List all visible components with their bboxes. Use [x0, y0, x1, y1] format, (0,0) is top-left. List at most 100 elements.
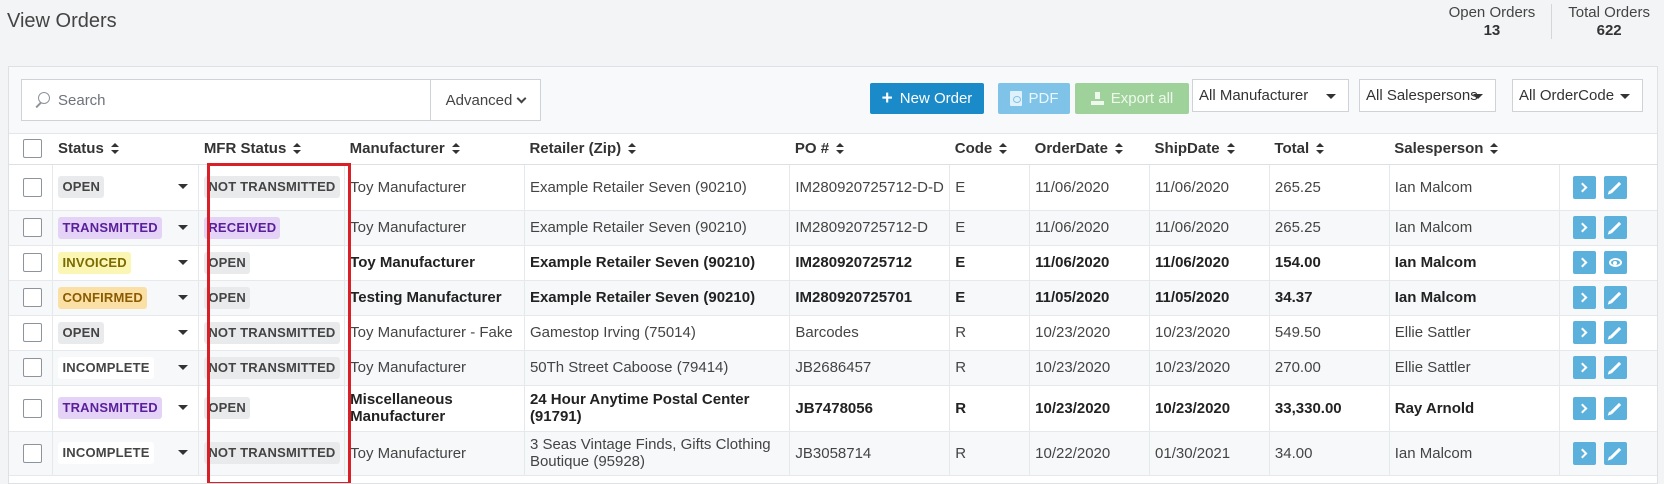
status-cell[interactable]: TRANSMITTED [52, 210, 199, 246]
open-order-button[interactable] [1572, 321, 1596, 344]
open-order-button[interactable] [1572, 175, 1596, 199]
status-dropdown-icon[interactable] [178, 405, 189, 410]
row-select-cell [9, 385, 53, 432]
manufacturer-cell: Testing Manufacturer [344, 280, 525, 316]
code-cell: E [949, 280, 1030, 316]
search-box[interactable] [21, 79, 467, 121]
manufacturer-filter-select[interactable]: All Manufacturer [1192, 79, 1349, 112]
edit-order-button[interactable] [1603, 321, 1627, 344]
status-cell[interactable]: CONFIRMED [52, 280, 199, 316]
status-dropdown-icon[interactable] [178, 294, 189, 300]
view-order-button[interactable] [1603, 251, 1627, 274]
status-cell[interactable]: INCOMPLETE [52, 350, 199, 386]
status-cell[interactable]: INCOMPLETE [52, 431, 199, 476]
table-row[interactable]: INCOMPLETE NOT TRANSMITTED Toy Manufacture… [9, 350, 1657, 386]
column-header-salesperson[interactable]: Salesperson [1389, 134, 1559, 165]
status-dropdown-icon[interactable] [178, 184, 189, 189]
edit-order-button[interactable] [1603, 356, 1627, 379]
caret-down-icon [1473, 94, 1483, 99]
status-dropdown-icon[interactable] [178, 450, 189, 455]
pdf-button[interactable]: PDF [998, 83, 1070, 114]
manufacturer-cell: Toy Manufacturer [344, 245, 525, 281]
column-label: Manufacturer [349, 140, 445, 158]
manufacturer-filter-value: All Manufacturer [1199, 87, 1309, 104]
table-row[interactable]: CONFIRMED OPEN Testing Manufacturer Example… [9, 280, 1657, 316]
edit-order-button[interactable] [1603, 175, 1627, 199]
code-cell: E [949, 164, 1030, 211]
edit-order-button[interactable] [1603, 286, 1627, 309]
status-dropdown-icon[interactable] [178, 364, 189, 370]
column-header-ship-date[interactable]: ShipDate [1149, 134, 1270, 165]
ship-date-cell: 01/30/2021 [1149, 431, 1270, 476]
status-cell[interactable]: OPEN [52, 315, 199, 351]
row-checkbox[interactable] [23, 288, 42, 307]
retailer-cell: 3 Seas Vintage Finds, Gifts Clothing Bou… [523, 431, 790, 476]
column-header-total[interactable]: Total [1269, 134, 1390, 165]
table-row[interactable]: OPEN NOT TRANSMITTED Toy Manufacturer - Fa… [9, 315, 1657, 351]
row-checkbox[interactable] [23, 358, 42, 377]
open-order-button[interactable] [1572, 286, 1596, 309]
advanced-search-button[interactable]: Advanced [430, 79, 541, 121]
manufacturer-cell: Toy Manufacturer [344, 164, 525, 211]
edit-order-button[interactable] [1603, 396, 1627, 420]
pencil-icon [1609, 291, 1621, 304]
salesperson-cell: Ian Malcom [1388, 280, 1559, 316]
new-order-button[interactable]: + New Order [870, 83, 984, 114]
table-row[interactable]: INCOMPLETE NOT TRANSMITTED Toy Manufacture… [9, 431, 1657, 476]
edit-order-button[interactable] [1603, 216, 1627, 239]
caret-down-icon [1326, 94, 1336, 99]
mfr-status-badge: OPEN [204, 286, 250, 309]
sort-icon [1226, 143, 1235, 155]
column-header-code[interactable]: Code [949, 134, 1030, 165]
column-header-po[interactable]: PO # [789, 134, 950, 165]
column-header-status[interactable]: Status [52, 134, 199, 165]
table-row[interactable]: TRANSMITTED OPEN Miscellaneous Manufacture… [9, 385, 1657, 432]
actions-cell [1558, 385, 1657, 432]
column-header-order-date[interactable]: OrderDate [1029, 134, 1150, 165]
orders-table-body: OPEN NOT TRANSMITTED Toy Manufacturer Examp… [9, 164, 1657, 476]
column-header-retailer[interactable]: Retailer (Zip) [524, 134, 790, 165]
mfr-status-cell: NOT TRANSMITTED [198, 164, 345, 211]
column-label: Salesperson [1394, 140, 1484, 158]
table-row[interactable]: OPEN NOT TRANSMITTED Toy Manufacturer Examp… [9, 164, 1657, 211]
status-dropdown-icon[interactable] [178, 224, 189, 230]
ordercode-filter-select[interactable]: All OrderCode [1512, 79, 1643, 112]
row-checkbox[interactable] [23, 253, 42, 272]
column-header-manufacturer[interactable]: Manufacturer [344, 134, 525, 165]
plus-icon: + [881, 88, 893, 109]
row-checkbox[interactable] [23, 218, 42, 237]
select-all-checkbox[interactable] [23, 139, 42, 159]
row-checkbox[interactable] [23, 323, 42, 342]
status-cell[interactable]: OPEN [52, 164, 199, 211]
row-select-cell [9, 164, 53, 211]
table-row[interactable]: TRANSMITTED RECEIVED Toy Manufacturer Examp… [9, 210, 1657, 246]
actions-header [1559, 134, 1657, 165]
table-row[interactable]: INVOICED OPEN Toy Manufacturer Example Reta… [9, 245, 1657, 281]
status-dropdown-icon[interactable] [178, 259, 189, 265]
row-checkbox[interactable] [23, 443, 42, 463]
row-checkbox[interactable] [23, 398, 42, 418]
search-input[interactable] [50, 80, 466, 120]
status-cell[interactable]: INVOICED [52, 245, 199, 281]
chevron-right-icon [1577, 292, 1588, 303]
open-order-button[interactable] [1572, 396, 1596, 420]
export-all-button[interactable]: Export all [1075, 83, 1189, 114]
status-dropdown-icon[interactable] [178, 329, 189, 335]
po-cell: IM280920725712 [789, 245, 950, 281]
open-order-button[interactable] [1572, 251, 1596, 274]
open-order-button[interactable] [1572, 356, 1596, 379]
column-header-mfr-status[interactable]: MFR Status [198, 134, 345, 165]
salesperson-filter-select[interactable]: All Salespersons [1359, 79, 1496, 112]
po-cell: JB3058714 [789, 431, 950, 476]
eye-icon [1608, 258, 1622, 267]
ship-date-cell: 10/23/2020 [1149, 385, 1270, 432]
sort-icon [628, 143, 637, 155]
edit-order-button[interactable] [1603, 441, 1627, 465]
sort-icon [110, 143, 119, 155]
open-order-button[interactable] [1572, 441, 1596, 465]
salesperson-cell: Ian Malcom [1388, 210, 1559, 246]
status-cell[interactable]: TRANSMITTED [52, 385, 199, 432]
open-order-button[interactable] [1572, 216, 1596, 239]
row-checkbox[interactable] [23, 177, 42, 197]
mfr-status-cell: RECEIVED [198, 210, 345, 246]
